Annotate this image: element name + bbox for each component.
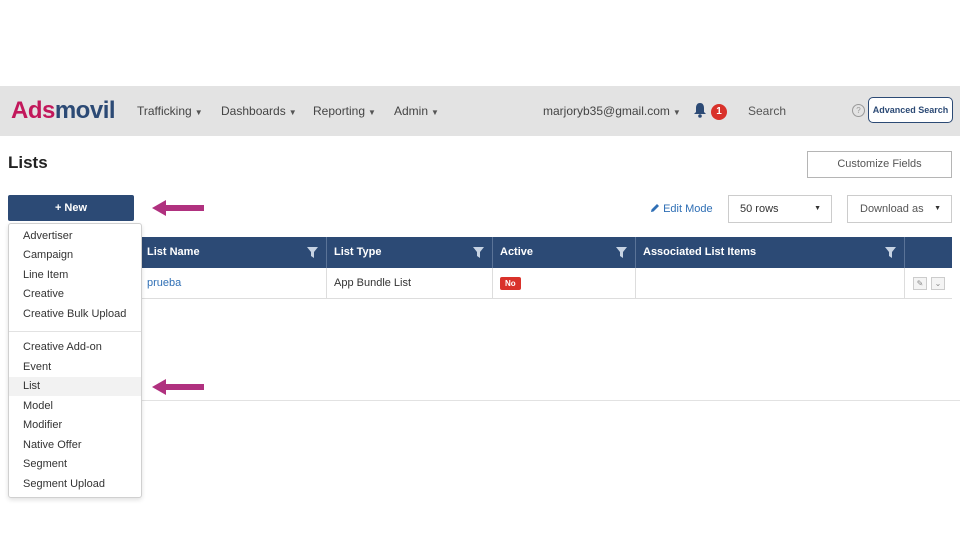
nav-menu-label: Trafficking [137,104,192,118]
caret-down-icon: ▼ [431,108,439,117]
column-header-label: List Type [334,246,382,258]
nav-menu-label: Reporting [313,104,366,118]
top-navbar: Adsmovil Trafficking ▼ Dashboards ▼ Report… [0,86,960,136]
caret-down-icon: ▼ [288,108,297,117]
nav-menu-trafficking[interactable]: Trafficking ▼ [137,103,203,121]
page-title: Lists [8,153,48,172]
pencil-icon[interactable]: ✎ [913,277,927,290]
filter-icon[interactable] [885,247,896,258]
search-input[interactable]: Search [748,103,786,119]
new-button[interactable]: + New [8,195,134,221]
cell-associated-list-items [636,268,905,299]
arrow-left-icon [152,379,204,395]
caret-down-icon: ▼ [934,205,941,212]
table-row[interactable]: prueba App Bundle List No ✎ ⌄ [140,268,952,299]
nav-menu-label: Admin [394,104,429,118]
caret-down-icon: ▼ [814,205,821,212]
menu-item-segment[interactable]: Segment [9,455,141,474]
menu-item-advertiser[interactable]: Advertiser [9,227,141,246]
edit-mode-label: Edit Mode [663,203,713,215]
bell-icon[interactable] [693,102,707,118]
rows-per-page-select[interactable]: 50 rows ▼ [728,195,832,223]
column-header-associated-list-items[interactable]: Associated List Items [636,237,905,268]
menu-item-creative-add-on[interactable]: Creative Add-on [9,338,141,357]
menu-item-list[interactable]: List [9,377,141,396]
menu-item-event[interactable]: Event [9,358,141,377]
filter-icon[interactable] [473,247,484,258]
user-menu[interactable]: marjoryb35@gmail.com ▼ [543,103,681,121]
edit-mode-link[interactable]: Edit Mode [650,202,713,216]
rows-per-page-value: 50 rows [740,203,779,215]
column-header-active[interactable]: Active [493,237,636,268]
menu-item-campaign[interactable]: Campaign [9,246,141,265]
help-icon[interactable]: ? [852,104,865,117]
filter-icon[interactable] [307,247,318,258]
nav-menu-reporting[interactable]: Reporting ▼ [313,103,376,121]
table-header: List Name List Type Active Associated Li… [140,237,952,268]
menu-divider [9,331,141,332]
menu-item-segment-upload[interactable]: Segment Upload [9,475,141,494]
column-header-label: Active [500,246,534,258]
caret-down-icon: ▼ [672,108,681,117]
notification-count-badge[interactable]: 1 [711,104,727,120]
column-header-label: List Name [147,246,200,258]
column-header-list-name[interactable]: List Name [140,237,327,268]
cell-list-type: App Bundle List [327,268,493,299]
caret-down-icon: ▼ [194,108,203,117]
logo-text-ads: Ads [11,97,55,124]
column-header-list-type[interactable]: List Type [327,237,493,268]
customize-fields-button[interactable]: Customize Fields [807,151,952,178]
nav-menu-label: Dashboards [221,104,286,118]
cell-active: No [493,268,636,299]
menu-item-native-offer[interactable]: Native Offer [9,436,141,455]
arrow-left-icon [152,200,204,216]
nav-menu-dashboards[interactable]: Dashboards ▼ [221,103,297,121]
logo-text-movil: movil [54,97,116,124]
nav-menu-admin[interactable]: Admin ▼ [394,103,439,121]
pencil-icon [651,204,659,212]
menu-item-model[interactable]: Model [9,397,141,416]
menu-item-creative[interactable]: Creative [9,285,141,304]
chevron-down-icon[interactable]: ⌄ [931,277,945,290]
advanced-search-button[interactable]: Advanced Search [868,97,953,123]
download-as-label: Download as [860,203,924,215]
menu-item-modifier[interactable]: Modifier [9,416,141,435]
menu-item-creative-bulk-upload[interactable]: Creative Bulk Upload [9,305,141,324]
divider [140,400,960,401]
user-email: marjoryb35@gmail.com [543,104,670,118]
status-badge: No [500,276,521,290]
menu-item-line-item[interactable]: Line Item [9,266,141,285]
filter-icon[interactable] [616,247,627,258]
adsmovil-logo[interactable]: Adsmovil [11,97,116,125]
new-dropdown-menu: Advertiser Campaign Line Item Creative C… [8,223,142,498]
column-header-label: Associated List Items [643,246,757,258]
caret-down-icon: ▼ [368,108,376,117]
cell-list-name[interactable]: prueba [140,268,327,299]
download-as-select[interactable]: Download as ▼ [847,195,952,223]
